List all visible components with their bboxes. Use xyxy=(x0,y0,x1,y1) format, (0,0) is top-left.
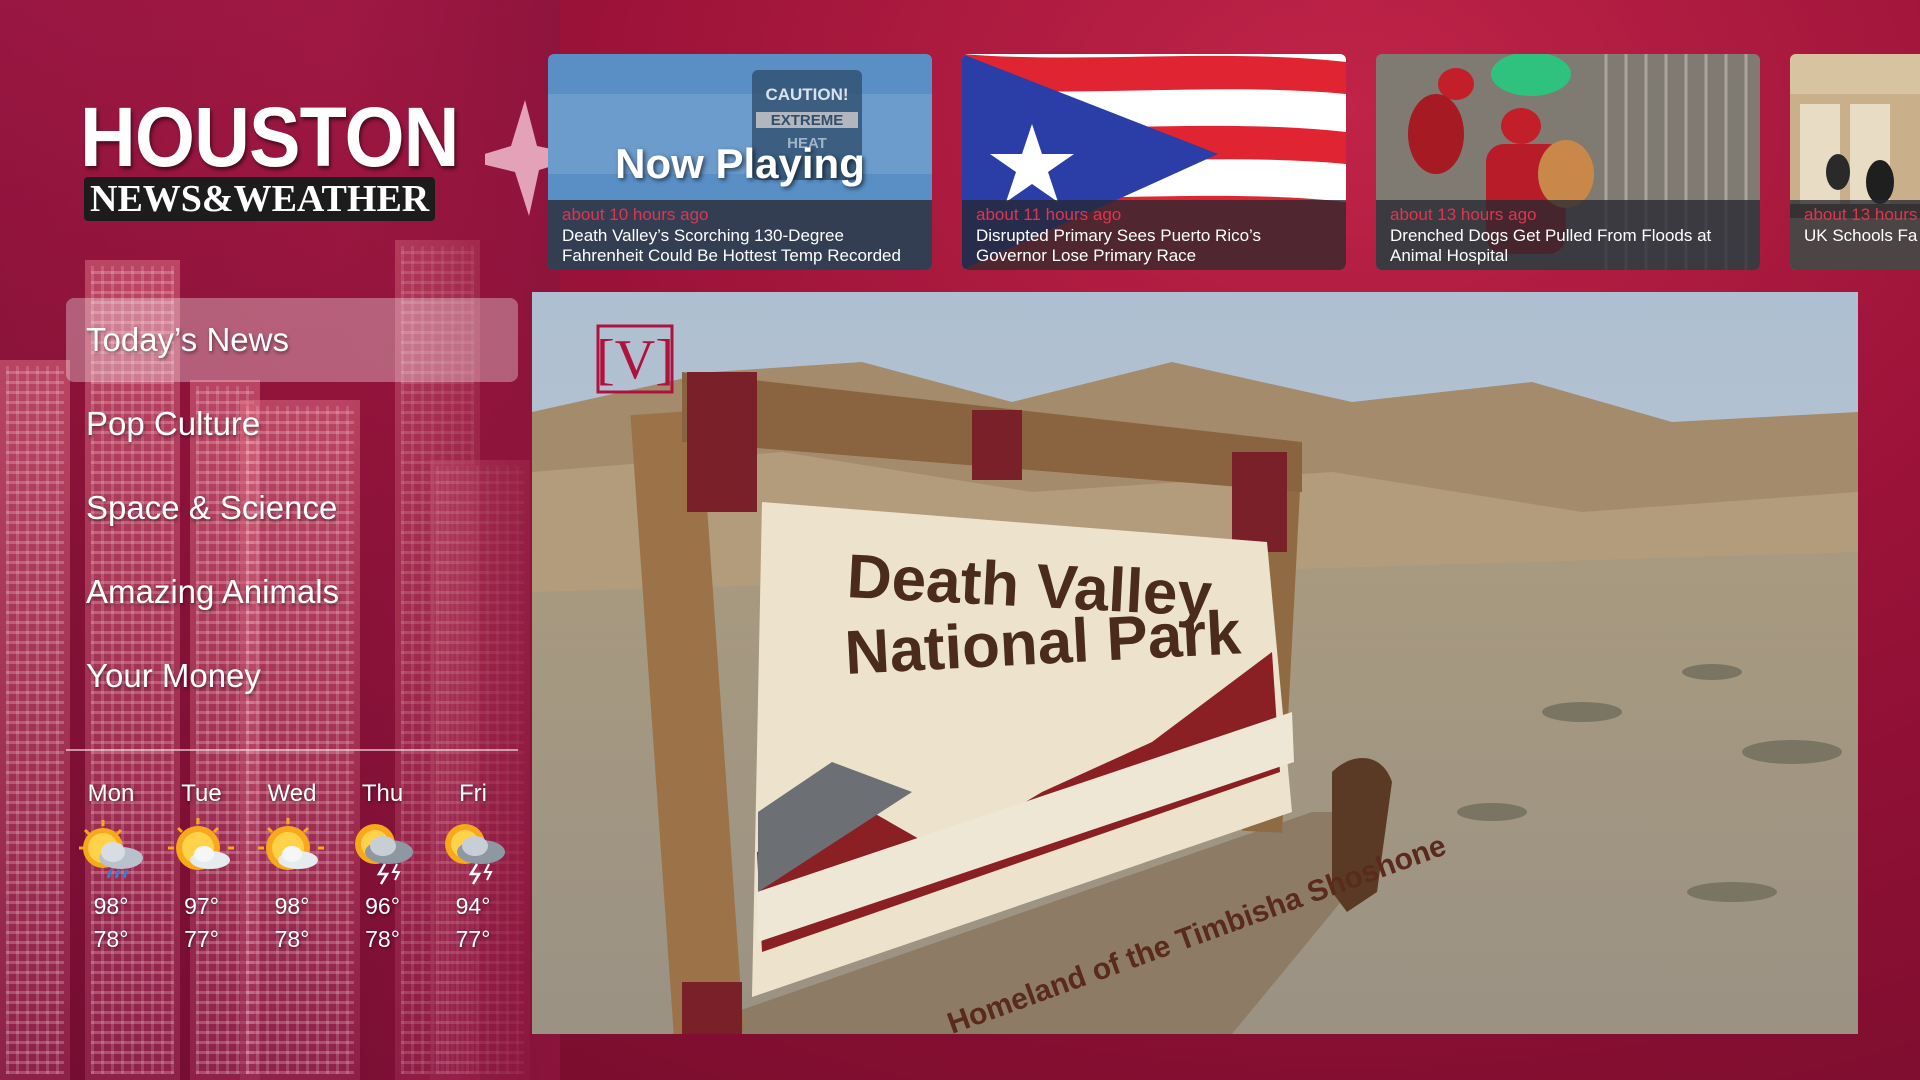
card-caption: about 10 hours ago Death Valley’s Scorch… xyxy=(548,200,932,270)
sun-cloud-icon xyxy=(258,818,324,870)
nav-item-pop-culture[interactable]: Pop Culture xyxy=(66,382,518,466)
forecast-day: Fri 94° 77° xyxy=(428,780,518,956)
forecast-day: Wed 98° 78° xyxy=(247,780,337,956)
nav-item-your-money[interactable]: Your Money xyxy=(66,634,518,718)
sun-thunderstorm-icon xyxy=(445,824,505,885)
card-title: Disrupted Primary Sees Puerto Rico’s Gov… xyxy=(976,226,1262,265)
nav-item-amazing-animals[interactable]: Amazing Animals xyxy=(66,550,518,634)
video-card-now-playing[interactable]: CAUTION! EXTREME HEAT Now Playing about … xyxy=(548,54,932,270)
forecast-day: Tue 97° 77° xyxy=(157,780,247,956)
video-player[interactable]: Death Valley National Park Homeland of t… xyxy=(532,292,1858,1034)
forecast-day-name: Thu xyxy=(361,780,404,807)
sun-thunderstorm-icon xyxy=(354,824,413,885)
video-card[interactable]: about 13 hours ago Drenched Dogs Get Pul… xyxy=(1376,54,1760,270)
card-time: about 13 hours ago xyxy=(1390,205,1537,224)
video-frame: Death Valley National Park Homeland of t… xyxy=(532,292,1858,1034)
card-title: Death Valley’s Scorching 130-Degree Fahr… xyxy=(562,226,901,265)
now-playing-label: Now Playing xyxy=(615,140,865,187)
forecast-day: Mon 98° 78° xyxy=(66,780,156,956)
brand-logo: HOUSTON NEWS&WEATHER xyxy=(80,90,585,235)
channel-watermark: [V] xyxy=(596,329,674,391)
svg-text:EXTREME: EXTREME xyxy=(771,112,844,129)
card-time: about 13 hours xyxy=(1804,205,1918,224)
forecast-low: 78° xyxy=(274,926,310,952)
card-title: UK Schools Fa Algorithm Dete xyxy=(1804,226,1920,245)
card-caption: about 13 hours ago Drenched Dogs Get Pul… xyxy=(1376,200,1760,270)
menu-divider xyxy=(66,749,518,751)
card-caption: about 13 hours UK Schools Fa Algorithm D… xyxy=(1790,200,1920,270)
video-card[interactable]: about 13 hours UK Schools Fa Algorithm D… xyxy=(1790,54,1920,270)
card-title: Drenched Dogs Get Pulled From Floods at … xyxy=(1390,226,1712,265)
card-caption: about 11 hours ago Disrupted Primary See… xyxy=(962,200,1346,270)
forecast-high: 98° xyxy=(274,893,310,919)
video-carousel: CAUTION! EXTREME HEAT Now Playing about … xyxy=(548,54,1920,270)
svg-text:CAUTION!: CAUTION! xyxy=(765,85,848,104)
forecast-low: 77° xyxy=(184,926,219,952)
forecast-low: 78° xyxy=(93,926,129,952)
forecast-day: Thu 96° 78° xyxy=(338,780,428,956)
forecast-day-name: Wed xyxy=(267,780,317,807)
weather-forecast: Mon 98° 78° Tue 97° 77° Wed 98° 78° Thu xyxy=(66,780,518,956)
forecast-day-name: Mon xyxy=(87,780,135,807)
brand-subtitle: NEWS&WEATHER xyxy=(84,177,436,221)
forecast-low: 77° xyxy=(455,926,491,952)
forecast-high: 94° xyxy=(455,893,491,919)
sun-cloud-icon xyxy=(167,818,234,870)
nav-item-space-science[interactable]: Space & Science xyxy=(66,466,518,550)
card-time: about 11 hours ago xyxy=(976,205,1122,224)
forecast-high: 96° xyxy=(365,893,400,919)
brand-title: HOUSTON xyxy=(80,90,459,184)
card-time: about 10 hours ago xyxy=(562,205,709,224)
forecast-day-name: Tue xyxy=(181,780,222,807)
nav-item-todays-news[interactable]: Today’s News xyxy=(66,298,518,382)
forecast-day-name: Fri xyxy=(459,780,487,807)
category-menu: Today’s News Pop Culture Space & Science… xyxy=(66,298,518,718)
forecast-high: 98° xyxy=(93,893,129,919)
forecast-high: 97° xyxy=(184,893,219,919)
sun-rain-cloud-icon xyxy=(79,820,143,879)
forecast-low: 78° xyxy=(365,926,400,952)
video-card[interactable]: about 11 hours ago Disrupted Primary See… xyxy=(962,54,1346,270)
